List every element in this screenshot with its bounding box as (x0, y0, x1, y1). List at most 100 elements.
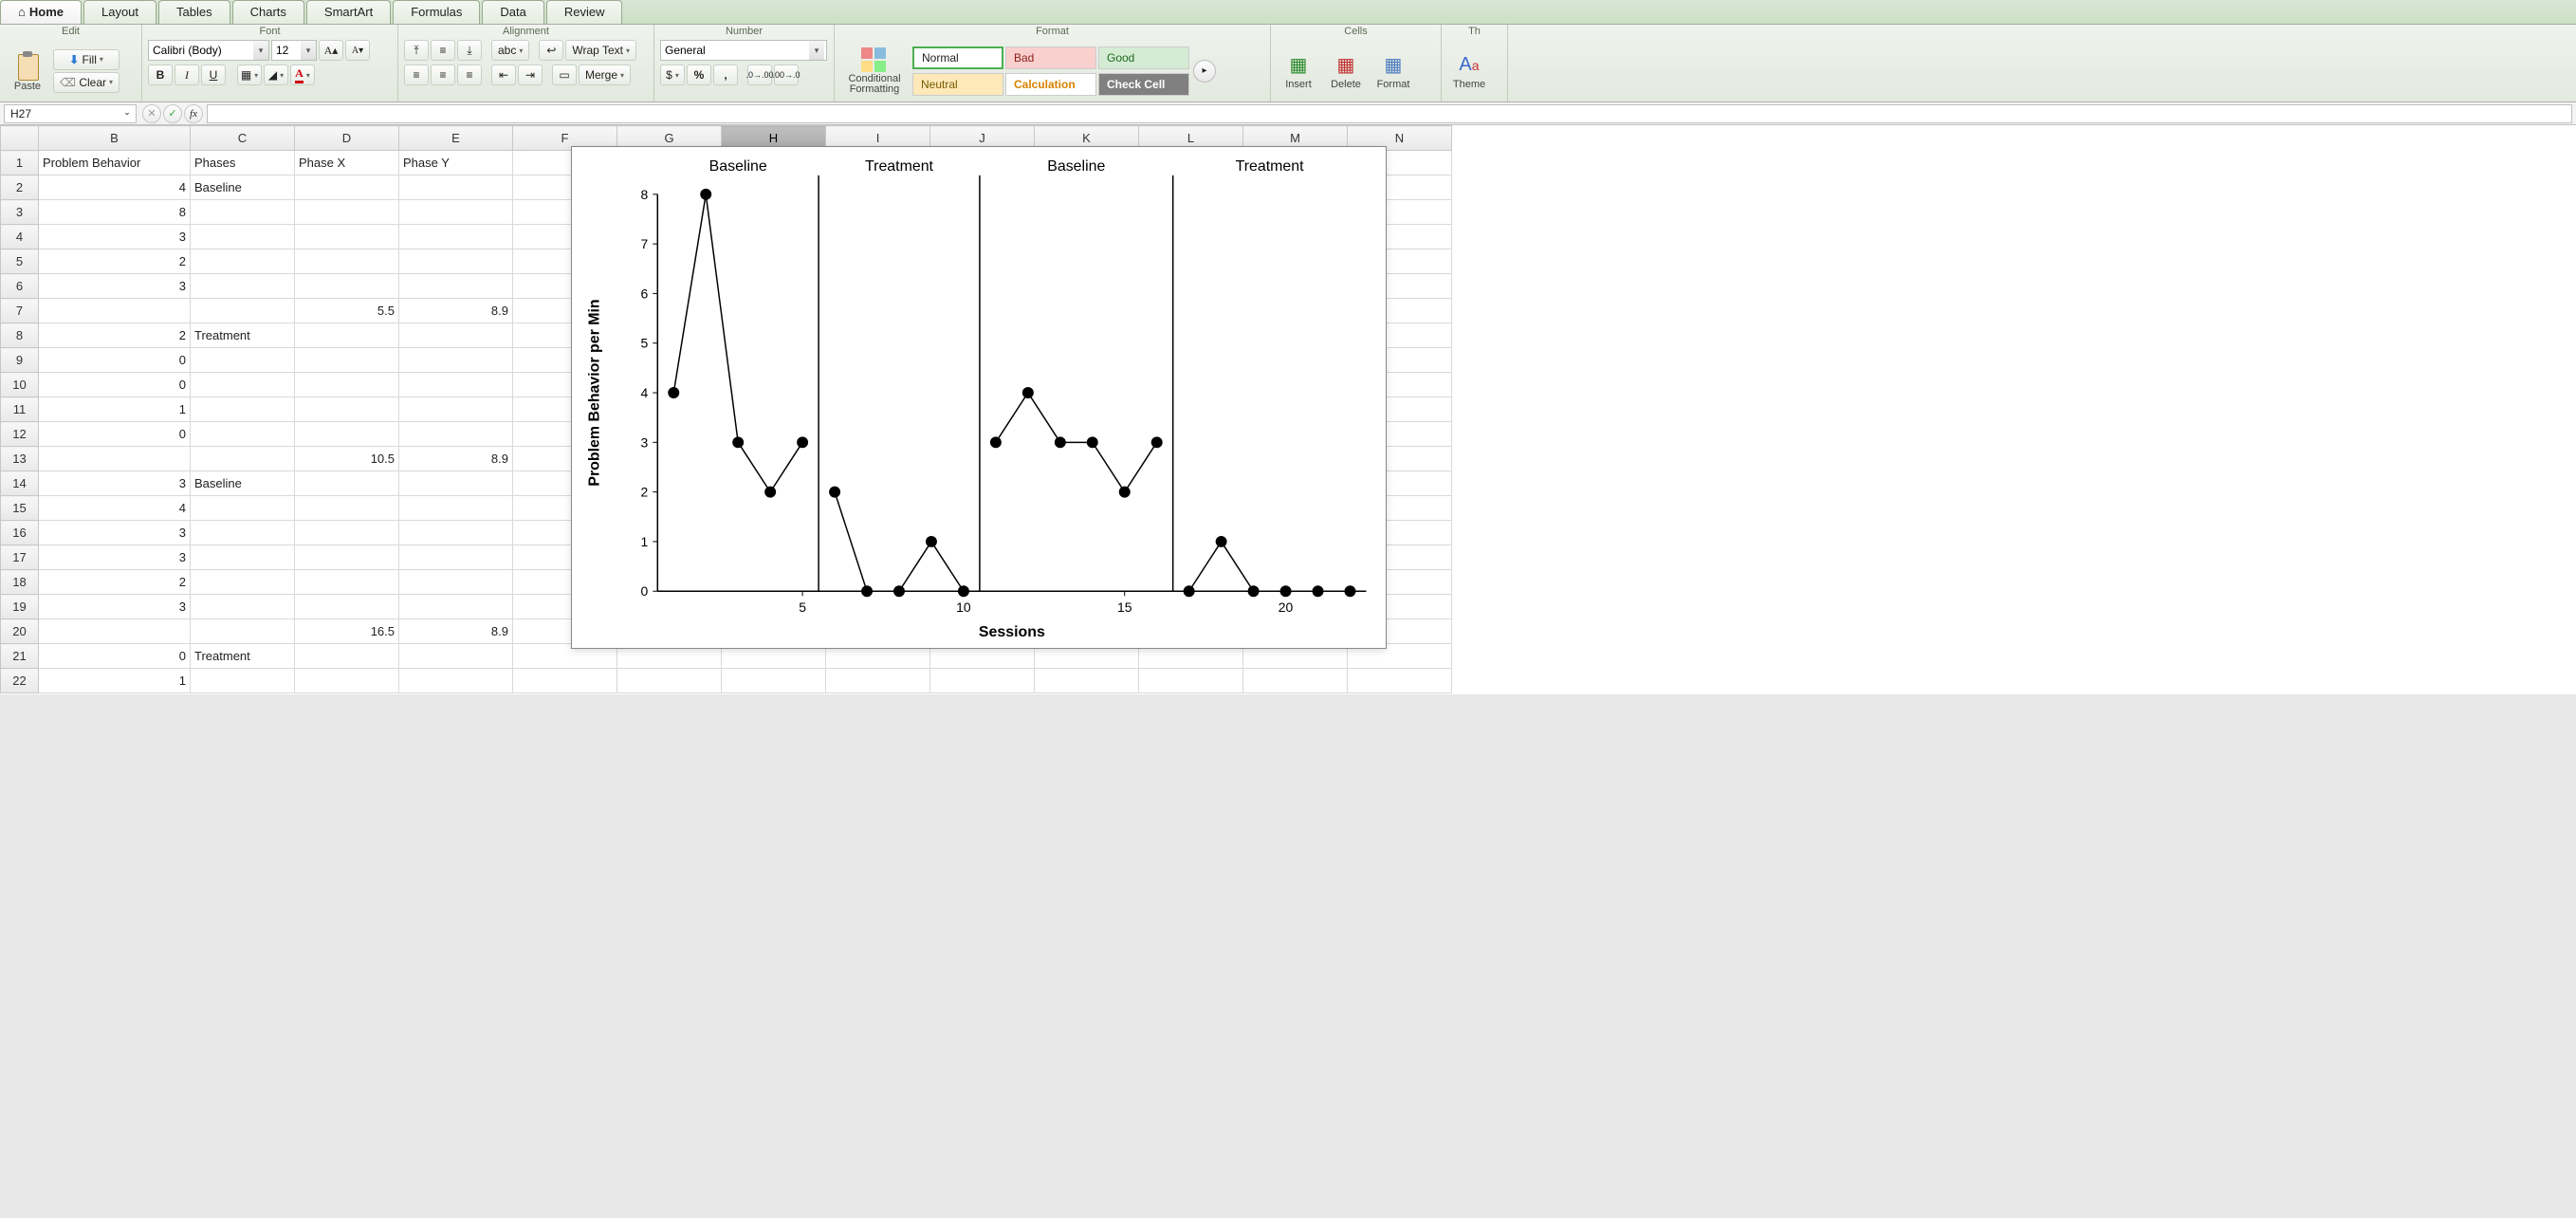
name-box-dropdown[interactable]: ⌄ (120, 107, 134, 120)
orientation-button[interactable]: abc (491, 40, 529, 61)
row-header-16[interactable]: 16 (1, 521, 39, 545)
font-size-combo[interactable]: ▾ (271, 40, 317, 61)
cell-C21[interactable]: Treatment (191, 644, 295, 669)
cell-E7[interactable]: 8.9 (399, 299, 513, 323)
align-left-button[interactable]: ≡ (404, 65, 429, 85)
delete-cells-button[interactable]: ▦Delete (1324, 43, 1368, 100)
cell-D21[interactable] (295, 644, 399, 669)
grow-font-button[interactable]: A▴ (319, 40, 343, 61)
cell-D20[interactable]: 16.5 (295, 619, 399, 644)
cell-D10[interactable] (295, 373, 399, 397)
cell-J22[interactable] (930, 669, 1035, 693)
cell-D2[interactable] (295, 175, 399, 200)
cell-E14[interactable] (399, 471, 513, 496)
cell-C10[interactable] (191, 373, 295, 397)
cell-C11[interactable] (191, 397, 295, 422)
fill-button[interactable]: ⬇ Fill (53, 49, 120, 70)
cell-D11[interactable] (295, 397, 399, 422)
cell-D16[interactable] (295, 521, 399, 545)
cell-C18[interactable] (191, 570, 295, 595)
cell-D17[interactable] (295, 545, 399, 570)
bold-button[interactable]: B (148, 65, 173, 85)
cell-D3[interactable] (295, 200, 399, 225)
ribbon-tab-smartart[interactable]: SmartArt (306, 0, 391, 24)
font-name-combo[interactable]: ▾ (148, 40, 269, 61)
cell-C22[interactable] (191, 669, 295, 693)
style-bad[interactable]: Bad (1005, 46, 1096, 69)
cell-E19[interactable] (399, 595, 513, 619)
style-neutral[interactable]: Neutral (912, 73, 1003, 96)
cell-B11[interactable]: 1 (39, 397, 191, 422)
wrap-icon-button[interactable]: ↩ (539, 40, 563, 61)
cell-C8[interactable]: Treatment (191, 323, 295, 348)
cell-C14[interactable]: Baseline (191, 471, 295, 496)
row-header-12[interactable]: 12 (1, 422, 39, 447)
decrease-decimal-button[interactable]: .00→.0 (774, 65, 799, 85)
row-header-5[interactable]: 5 (1, 249, 39, 274)
row-header-15[interactable]: 15 (1, 496, 39, 521)
merge-button[interactable]: Merge (579, 65, 631, 85)
name-box[interactable]: H27 ⌄ (4, 104, 137, 123)
number-format-input[interactable] (661, 41, 809, 60)
col-header-E[interactable]: E (399, 126, 513, 151)
cell-E4[interactable] (399, 225, 513, 249)
clear-button[interactable]: ⌫ Clear (53, 72, 120, 93)
cell-E3[interactable] (399, 200, 513, 225)
themes-button[interactable]: AaTheme (1447, 43, 1491, 100)
row-header-13[interactable]: 13 (1, 447, 39, 471)
cell-D22[interactable] (295, 669, 399, 693)
cell-B3[interactable]: 8 (39, 200, 191, 225)
increase-decimal-button[interactable]: .0→.00 (747, 65, 772, 85)
cell-B2[interactable]: 4 (39, 175, 191, 200)
cell-C4[interactable] (191, 225, 295, 249)
col-header-D[interactable]: D (295, 126, 399, 151)
cell-B1[interactable]: Problem Behavior (39, 151, 191, 175)
row-header-11[interactable]: 11 (1, 397, 39, 422)
cell-E15[interactable] (399, 496, 513, 521)
cell-B22[interactable]: 1 (39, 669, 191, 693)
cell-B19[interactable]: 3 (39, 595, 191, 619)
underline-button[interactable]: U (201, 65, 226, 85)
number-format-combo[interactable]: ▾ (660, 40, 827, 61)
align-bottom-button[interactable]: ⤓ (457, 40, 482, 61)
format-cells-button[interactable]: ▦Format (1371, 43, 1415, 100)
cell-B8[interactable]: 2 (39, 323, 191, 348)
cell-E5[interactable] (399, 249, 513, 274)
indent-dec-button[interactable]: ⇤ (491, 65, 516, 85)
cell-E13[interactable]: 8.9 (399, 447, 513, 471)
ribbon-tab-data[interactable]: Data (482, 0, 543, 24)
cell-K22[interactable] (1035, 669, 1139, 693)
style-calculation[interactable]: Calculation (1005, 73, 1096, 96)
row-header-22[interactable]: 22 (1, 669, 39, 693)
cell-B20[interactable] (39, 619, 191, 644)
percent-button[interactable]: % (687, 65, 711, 85)
cell-E22[interactable] (399, 669, 513, 693)
cell-E8[interactable] (399, 323, 513, 348)
ribbon-tab-review[interactable]: Review (546, 0, 623, 24)
cell-E17[interactable] (399, 545, 513, 570)
style-check-cell[interactable]: Check Cell (1098, 73, 1189, 96)
cell-D13[interactable]: 10.5 (295, 447, 399, 471)
cell-L22[interactable] (1139, 669, 1243, 693)
conditional-formatting-button[interactable]: Conditional Formatting (840, 43, 909, 100)
cell-D19[interactable] (295, 595, 399, 619)
cell-E2[interactable] (399, 175, 513, 200)
cell-D8[interactable] (295, 323, 399, 348)
cell-B10[interactable]: 0 (39, 373, 191, 397)
styles-more-button[interactable]: ▸ (1193, 60, 1216, 83)
cell-E10[interactable] (399, 373, 513, 397)
cell-E9[interactable] (399, 348, 513, 373)
indent-inc-button[interactable]: ⇥ (518, 65, 543, 85)
cell-C17[interactable] (191, 545, 295, 570)
cell-C3[interactable] (191, 200, 295, 225)
align-center-button[interactable]: ≡ (431, 65, 455, 85)
cell-E11[interactable] (399, 397, 513, 422)
font-size-input[interactable] (272, 41, 301, 60)
cell-D7[interactable]: 5.5 (295, 299, 399, 323)
cell-G22[interactable] (617, 669, 722, 693)
select-all-corner[interactable] (1, 126, 39, 151)
wrap-text-button[interactable]: Wrap Text (565, 40, 636, 61)
align-right-button[interactable]: ≡ (457, 65, 482, 85)
col-header-C[interactable]: C (191, 126, 295, 151)
cell-B21[interactable]: 0 (39, 644, 191, 669)
